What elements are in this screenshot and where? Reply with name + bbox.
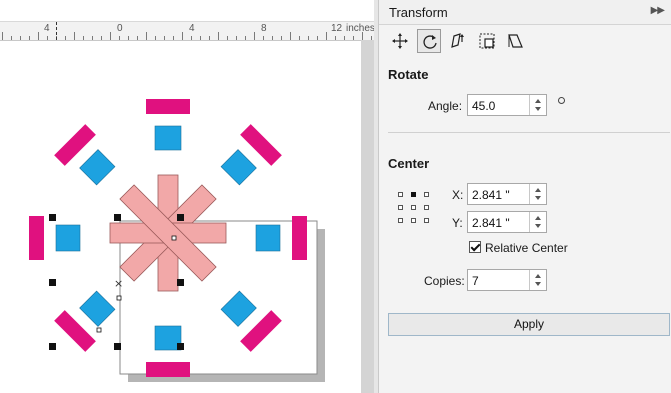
spin-down-icon[interactable] — [535, 107, 541, 111]
angle-value[interactable]: 45.0 — [472, 99, 495, 113]
spin-up-icon[interactable] — [535, 216, 541, 220]
anchor-center[interactable] — [411, 205, 416, 210]
scale-mirror-icon — [451, 33, 464, 48]
selection-handle[interactable] — [49, 343, 56, 350]
copies-spin-buttons[interactable] — [529, 270, 546, 290]
magenta-bar — [29, 216, 44, 260]
blue-square — [79, 149, 116, 186]
selection-handle[interactable] — [114, 343, 121, 350]
selection-handle[interactable] — [114, 214, 121, 221]
center-section-title: Center — [388, 156, 430, 171]
selection-handle[interactable] — [177, 214, 184, 221]
skew-tool-button[interactable] — [504, 29, 528, 53]
copies-spinbox[interactable]: 7 — [467, 269, 547, 291]
angle-label: Angle: — [428, 99, 463, 113]
spin-up-icon[interactable] — [535, 274, 541, 278]
spin-down-icon[interactable] — [535, 224, 541, 228]
blue-square — [79, 290, 116, 327]
center-x-label: X: — [452, 188, 464, 202]
center-y-spin-buttons[interactable] — [529, 212, 546, 232]
spin-up-icon[interactable] — [535, 99, 541, 103]
center-x-value[interactable]: 2.841 " — [472, 188, 510, 202]
anchor-bottom-right[interactable] — [424, 218, 429, 223]
apply-button[interactable]: Apply — [388, 313, 670, 336]
node-handle[interactable] — [116, 295, 122, 301]
magenta-bar — [292, 216, 307, 260]
anchor-top-left[interactable] — [398, 192, 403, 197]
docker-title: Transform — [389, 5, 448, 20]
selection-handle[interactable] — [177, 279, 184, 286]
magenta-bar — [146, 99, 190, 114]
position-icon — [392, 33, 408, 49]
center-node-handle[interactable] — [171, 235, 177, 241]
section-divider — [388, 132, 670, 133]
rotate-tool-button[interactable] — [417, 29, 441, 53]
spin-up-icon[interactable] — [535, 188, 541, 192]
center-x-spin-buttons[interactable] — [529, 184, 546, 204]
anchor-bottom-center[interactable] — [411, 218, 416, 223]
center-y-spinbox[interactable]: 2.841 " — [467, 211, 547, 233]
anchor-middle-right[interactable] — [424, 205, 429, 210]
drawing-artwork: × — [29, 99, 325, 382]
selection-handle[interactable] — [177, 343, 184, 350]
collapse-docker-icon[interactable]: ▶▶ — [651, 5, 665, 16]
magenta-bar — [146, 362, 190, 377]
center-y-value[interactable]: 2.841 " — [472, 216, 510, 230]
pink-star — [109, 174, 227, 292]
selection-handle[interactable] — [49, 214, 56, 221]
center-x-marker-icon[interactable]: × — [114, 277, 123, 290]
center-y-label: Y: — [452, 216, 463, 230]
center-x-spinbox[interactable]: 2.841 " — [467, 183, 547, 205]
copies-value[interactable]: 7 — [472, 274, 479, 288]
rotate-icon — [423, 35, 437, 49]
angle-spin-buttons[interactable] — [529, 95, 546, 115]
docker-header: Transform ▶▶ — [379, 0, 671, 25]
rotate-section-title: Rotate — [388, 67, 429, 82]
spin-down-icon[interactable] — [535, 282, 541, 286]
size-tool-button[interactable] — [475, 29, 499, 53]
angle-spinbox[interactable]: 45.0 — [467, 94, 547, 116]
size-icon — [479, 33, 495, 49]
blue-square — [154, 125, 182, 151]
node-handle[interactable] — [96, 327, 102, 333]
position-tool-button[interactable] — [388, 29, 412, 53]
blue-square — [220, 149, 257, 186]
drawing-canvas[interactable]: 4 0 4 8 12 inches × — [0, 0, 378, 393]
scale-mirror-tool-button[interactable] — [446, 29, 470, 53]
copies-label: Copies: — [424, 274, 465, 288]
blue-square — [55, 224, 81, 252]
relative-center-checkbox[interactable] — [469, 241, 481, 253]
skew-icon — [508, 34, 523, 48]
anchor-top-right[interactable] — [424, 192, 429, 197]
relative-center-label[interactable]: Relative Center — [485, 241, 568, 255]
selection-handle[interactable] — [49, 279, 56, 286]
transform-docker: Transform ▶▶ Rotate Angle: 45.0 Center X… — [378, 0, 671, 393]
anchor-point-selector[interactable] — [398, 192, 430, 224]
blue-square — [255, 224, 281, 252]
degree-icon — [558, 97, 565, 104]
anchor-middle-left[interactable] — [398, 205, 403, 210]
anchor-bottom-left[interactable] — [398, 218, 403, 223]
spin-down-icon[interactable] — [535, 196, 541, 200]
anchor-top-center[interactable] — [411, 192, 416, 197]
